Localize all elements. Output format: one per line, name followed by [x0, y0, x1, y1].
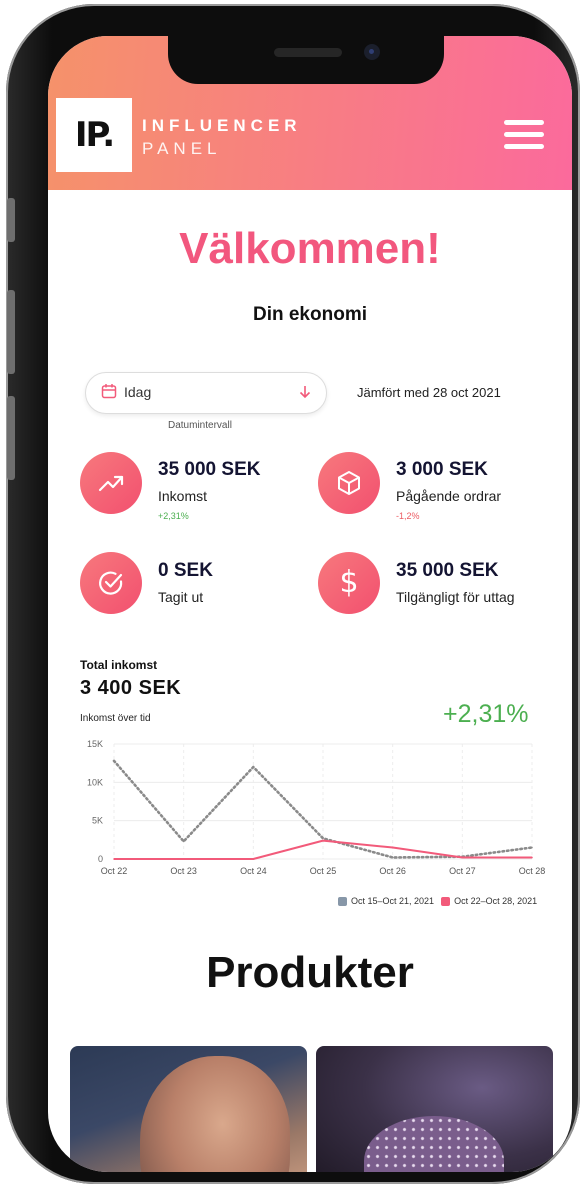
- legend-label-current: Oct 22–Oct 28, 2021: [454, 896, 538, 906]
- stat-orders-label: Pågående ordrar: [396, 488, 502, 504]
- data-point-current-period: [531, 856, 533, 859]
- brand-name: INFLUENCER: [142, 116, 302, 135]
- box-icon: [318, 452, 380, 514]
- data-point-previous-period: [531, 846, 533, 849]
- chart-x-tick-label: Oct 22: [101, 866, 128, 876]
- income-change-percent: +2,31%: [443, 700, 529, 728]
- product-image-star-lamp: [364, 1116, 504, 1172]
- stat-withdrawn-label: Tagit ut: [158, 589, 204, 605]
- logo[interactable]: IP.: [56, 98, 132, 172]
- data-point-current-period: [252, 858, 255, 860]
- calendar-icon: [101, 384, 117, 399]
- volume-down-button: [7, 396, 15, 480]
- data-point-previous-period: [113, 760, 115, 762]
- trend-up-icon: [80, 452, 142, 514]
- stat-available-value: 35 000 SEK: [396, 560, 499, 581]
- welcome-heading: Välkommen!: [179, 224, 441, 273]
- products-heading: Produkter: [206, 948, 414, 997]
- arrow-down-icon: [299, 386, 311, 399]
- hamburger-icon[interactable]: [504, 120, 544, 152]
- chart-x-tick-label: Oct 27: [449, 866, 476, 876]
- chart-x-tick-label: Oct 24: [240, 866, 267, 876]
- front-camera: [364, 44, 380, 60]
- total-income-value: 3 400 SEK: [80, 677, 182, 699]
- product-card-2[interactable]: [316, 1046, 553, 1172]
- data-point-current-period: [113, 858, 115, 860]
- menu-bar: [504, 120, 544, 125]
- volume-up-button: [7, 290, 15, 374]
- speaker: [274, 48, 342, 57]
- stat-income-label: Inkomst: [158, 488, 208, 504]
- menu-bar: [504, 144, 544, 149]
- mute-switch: [7, 198, 15, 242]
- legend-label-previous: Oct 15–Oct 21, 2021: [351, 896, 435, 906]
- date-range-select[interactable]: Idag: [85, 372, 327, 414]
- app-screen: IP. INFLUENCER PANEL Välkommen! Din ekon…: [48, 36, 572, 1172]
- stat-income-change: +2,31%: [158, 511, 189, 521]
- chart-y-tick-label: 15K: [87, 739, 103, 749]
- brand-subname: PANEL: [142, 139, 222, 158]
- legend-swatch-current: [441, 896, 451, 906]
- stat-available-label: Tilgängligt för uttag: [396, 589, 515, 605]
- data-point-previous-period: [391, 856, 394, 859]
- stat-orders-change: -1,2%: [396, 511, 420, 521]
- data-point-previous-period: [182, 840, 185, 843]
- total-income-label: Total inkomst: [80, 658, 158, 672]
- income-over-time-label: Inkomst över tid: [80, 713, 151, 724]
- data-point-current-period: [322, 839, 324, 842]
- chart-y-tick-label: 10K: [87, 777, 103, 787]
- data-point-current-period: [182, 858, 185, 860]
- stat-income-value: 35 000 SEK: [158, 459, 261, 480]
- menu-bar: [504, 132, 544, 137]
- chart-y-tick-label: 0: [98, 854, 103, 864]
- legend-swatch-previous: [338, 896, 347, 906]
- stat-withdrawn-value: 0 SEK: [158, 560, 213, 581]
- product-card-1[interactable]: [70, 1046, 307, 1172]
- data-point-current-period: [461, 856, 464, 859]
- check-circle-icon: [80, 552, 142, 614]
- compare-text: Jämfört med 28 oct 2021: [357, 385, 501, 400]
- data-point-previous-period: [252, 766, 255, 768]
- date-range-caption: Datumintervall: [168, 420, 232, 431]
- phone-frame: IP. INFLUENCER PANEL Välkommen! Din ekon…: [6, 4, 580, 1184]
- product-image-person: [140, 1056, 290, 1172]
- chart-x-tick-label: Oct 26: [379, 866, 406, 876]
- chart-x-tick-label: Oct 25: [310, 866, 337, 876]
- chart-legend: Oct 15–Oct 21, 2021 Oct 22–Oct 28, 2021: [338, 896, 537, 906]
- chart-x-tick-label: Oct 23: [170, 866, 197, 876]
- data-point-current-period: [391, 846, 394, 849]
- stat-orders-value: 3 000 SEK: [396, 459, 488, 480]
- date-range-value: Idag: [124, 384, 152, 400]
- chart-y-tick-label: 5K: [92, 816, 103, 826]
- data-point-previous-period: [322, 837, 324, 840]
- chart-x-tick-label: Oct 28: [519, 866, 546, 876]
- section-subtitle: Din ekonomi: [252, 304, 367, 325]
- notch: [168, 36, 444, 84]
- logo-text: IP.: [74, 115, 115, 155]
- income-line-chart: 15K 10K 5K 0 Oct 22 Oct 23 Oct 24 Oct 25 Oct 26 O…: [87, 739, 546, 876]
- dollar-icon: $: [318, 552, 380, 614]
